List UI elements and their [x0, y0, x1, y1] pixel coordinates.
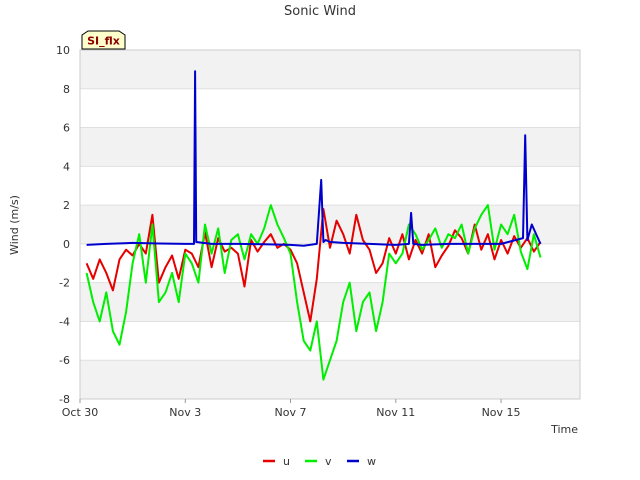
sonic-wind-chart: -8 -6 -4 -2 0 2 4 6 8 10 Oct 30 Nov 3 Nov 7 Nov 11 No… [0, 0, 640, 480]
chart-title: Sonic Wind [284, 4, 356, 19]
site-badge: SI_flx [81, 30, 126, 50]
x-tick-label: Nov 3 [169, 406, 201, 419]
site-badge-label: SI_flx [87, 35, 120, 48]
y-tick-label: -4 [59, 315, 70, 328]
x-tick-label: Nov 15 [482, 406, 521, 419]
legend-label-w: w [367, 455, 376, 468]
legend-label-u: u [283, 455, 290, 468]
y-axis-title: Wind (m/s) [8, 195, 21, 255]
plot-band [80, 50, 580, 89]
x-tick-label: Nov 7 [275, 406, 307, 419]
y-tick-label: -6 [59, 354, 70, 367]
legend-label-v: v [325, 455, 332, 468]
x-axis-title: Time [550, 423, 578, 436]
plot-band [80, 127, 580, 167]
plot-band [80, 360, 580, 399]
plot-band [80, 282, 580, 322]
y-tick-label: -8 [59, 393, 70, 406]
y-tick-label: 0 [63, 238, 70, 251]
y-tick-label: 6 [63, 122, 70, 135]
y-tick-label: -2 [59, 277, 70, 290]
y-tick-label: 8 [63, 83, 70, 96]
y-tick-label: 10 [56, 44, 70, 57]
x-tick-label: Nov 11 [376, 406, 415, 419]
y-tick-label: 4 [63, 160, 70, 173]
x-tick-label: Oct 30 [62, 406, 99, 419]
y-tick-label: 2 [63, 199, 70, 212]
